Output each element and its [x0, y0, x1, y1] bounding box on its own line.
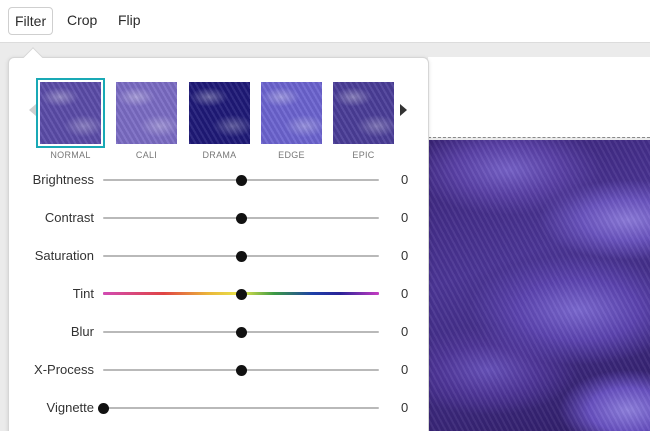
- adjustment-row-blur: Blur 0: [9, 322, 430, 342]
- adjustment-label: Contrast: [44, 210, 94, 225]
- canvas-background: [428, 57, 650, 137]
- filter-panel: NORMAL CALI DRAMA EDGE EPIC Brightness 0 Contr…: [8, 47, 430, 431]
- adjustment-label: Brightness: [32, 172, 94, 187]
- adjustment-label: Tint: [72, 286, 94, 301]
- tab-flip[interactable]: Flip: [112, 7, 147, 35]
- caret-right-icon[interactable]: [400, 104, 407, 116]
- adjustment-label: Vignette: [46, 400, 94, 415]
- tab-filter[interactable]: Filter: [8, 7, 54, 35]
- filter-label: EDGE: [278, 150, 305, 160]
- filter-thumb-epic[interactable]: [333, 82, 394, 144]
- filter-label: EPIC: [352, 150, 375, 160]
- filter-label: NORMAL: [50, 150, 91, 160]
- adjustment-value: 0: [401, 400, 409, 415]
- slider-handle[interactable]: [236, 175, 247, 186]
- adjustment-value: 0: [401, 210, 409, 225]
- yarn-photo[interactable]: [428, 140, 650, 431]
- adjustment-row-contrast: Contrast 0: [9, 208, 430, 228]
- adjustment-value: 0: [401, 324, 409, 339]
- slider-handle[interactable]: [98, 403, 109, 414]
- slider-handle[interactable]: [236, 289, 247, 300]
- slider-handle[interactable]: [236, 327, 247, 338]
- adjustment-row-saturation: Saturation 0: [9, 246, 430, 266]
- adjustment-row-tint: Tint 0: [9, 284, 430, 304]
- filter-preview-image: [261, 82, 322, 144]
- filter-label: DRAMA: [202, 150, 237, 160]
- editor-toolbar: Filter Crop Flip: [0, 0, 650, 43]
- crop-boundary: [428, 137, 650, 138]
- filter-thumb-cali[interactable]: [116, 82, 177, 144]
- adjustment-row-brightness: Brightness 0: [9, 170, 430, 190]
- filter-thumb-drama[interactable]: [189, 82, 250, 144]
- filter-label: CALI: [135, 150, 158, 160]
- adjustment-label: X-Process: [34, 362, 94, 377]
- adjustment-value: 0: [401, 362, 409, 377]
- adjustment-row-x-process: X-Process 0: [9, 360, 430, 380]
- caret-left-icon[interactable]: [29, 104, 36, 116]
- adjustment-value: 0: [401, 248, 409, 263]
- filter-preview-image: [116, 82, 177, 144]
- adjustment-row-vignette: Vignette 0: [9, 398, 430, 418]
- filter-preview-image: [333, 82, 394, 144]
- adjustment-label: Saturation: [34, 248, 94, 263]
- filter-thumb-normal[interactable]: [36, 78, 105, 148]
- filter-thumb-edge[interactable]: [261, 82, 322, 144]
- adjustment-value: 0: [401, 286, 409, 301]
- adjustment-label: Blur: [70, 324, 94, 339]
- adjustment-value: 0: [401, 172, 409, 187]
- tab-crop[interactable]: Crop: [61, 7, 103, 35]
- filter-preview-image: [189, 82, 250, 144]
- filter-preview-image: [40, 82, 101, 144]
- slider-handle[interactable]: [236, 365, 247, 376]
- slider-handle[interactable]: [236, 251, 247, 262]
- slider-track[interactable]: [103, 407, 379, 409]
- slider-handle[interactable]: [236, 213, 247, 224]
